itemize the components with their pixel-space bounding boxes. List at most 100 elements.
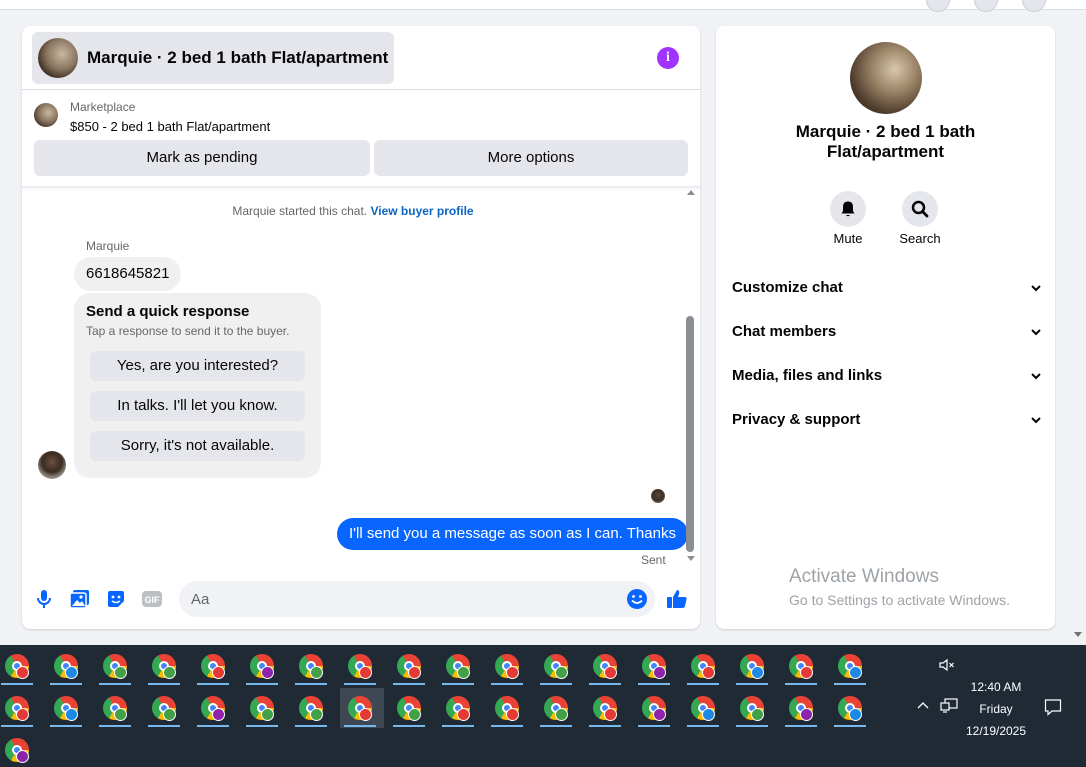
message-list: Marquie started this chat. View buyer pr… <box>22 190 700 572</box>
running-indicator <box>1 683 33 685</box>
section-label: Media, files and links <box>732 367 883 384</box>
listing-avatar-large <box>850 42 922 114</box>
emoji-icon[interactable] <box>626 588 648 610</box>
profile-badge-icon <box>163 708 176 721</box>
chrome-taskbar-button[interactable] <box>438 646 482 686</box>
quick-response-button[interactable]: Sorry, it's not available. <box>90 431 305 461</box>
thumbs-up-icon[interactable] <box>666 588 688 610</box>
section-media-files-links[interactable]: Media, files and links <box>724 356 1047 396</box>
chrome-taskbar-button[interactable] <box>536 688 580 728</box>
section-chat-members[interactable]: Chat members <box>724 312 1047 352</box>
chevron-down-icon <box>1031 417 1041 424</box>
running-indicator <box>197 683 229 685</box>
quick-response-button[interactable]: Yes, are you interested? <box>90 351 305 381</box>
profile-badge-icon <box>16 708 29 721</box>
chrome-taskbar-button[interactable] <box>781 688 825 728</box>
sender-avatar[interactable] <box>38 451 66 479</box>
chrome-taskbar-button[interactable] <box>242 688 286 728</box>
scroll-up-arrow[interactable] <box>687 190 695 195</box>
chrome-taskbar-button[interactable] <box>389 688 433 728</box>
message-input[interactable] <box>179 581 655 617</box>
chrome-taskbar-button[interactable] <box>732 688 776 728</box>
notification-icon[interactable] <box>1044 698 1062 716</box>
more-options-button[interactable]: More options <box>374 140 688 176</box>
chrome-taskbar-button[interactable] <box>242 646 286 686</box>
running-indicator <box>834 725 866 727</box>
listing-thumbnail[interactable] <box>34 103 58 127</box>
chrome-taskbar-button[interactable] <box>781 646 825 686</box>
microphone-icon[interactable] <box>33 588 55 610</box>
quick-response-button[interactable]: In talks. I'll let you know. <box>90 391 305 421</box>
running-indicator <box>246 683 278 685</box>
chrome-taskbar-button[interactable] <box>830 688 874 728</box>
chat-title-button[interactable]: Marquie · 2 bed 1 bath Flat/apartment <box>32 32 395 84</box>
profile-badge-icon <box>506 708 519 721</box>
top-avatar-icon[interactable] <box>974 0 998 12</box>
chrome-taskbar-button[interactable] <box>193 688 237 728</box>
mark-as-pending-button[interactable]: Mark as pending <box>34 140 370 176</box>
sticker-icon[interactable] <box>105 588 127 610</box>
chrome-taskbar-button[interactable] <box>585 646 629 686</box>
chrome-taskbar-button[interactable] <box>0 646 41 686</box>
chrome-taskbar-button[interactable] <box>95 688 139 728</box>
listing-price-title[interactable]: $850 - 2 bed 1 bath Flat/apartment <box>70 119 270 134</box>
listing-avatar <box>38 38 78 78</box>
chrome-taskbar-button[interactable] <box>683 646 727 686</box>
page-scroll-down-arrow[interactable] <box>1074 632 1082 637</box>
chrome-taskbar-button[interactable] <box>438 688 482 728</box>
photo-icon[interactable] <box>69 588 91 610</box>
chrome-taskbar-button[interactable] <box>46 646 90 686</box>
chrome-taskbar-button[interactable] <box>193 646 237 686</box>
running-indicator <box>393 683 425 685</box>
chrome-taskbar-button[interactable] <box>144 688 188 728</box>
chrome-taskbar-button[interactable] <box>95 646 139 686</box>
profile-badge-icon <box>751 666 764 679</box>
section-customize-chat[interactable]: Customize chat <box>724 268 1047 308</box>
chevron-down-icon <box>1031 329 1041 336</box>
profile-badge-icon <box>359 708 372 721</box>
top-avatar-icon[interactable] <box>926 0 950 12</box>
running-indicator <box>785 725 817 727</box>
mute-button[interactable] <box>830 191 866 227</box>
info-icon[interactable]: i <box>657 47 679 69</box>
search-label: Search <box>899 231 941 246</box>
chrome-taskbar-button[interactable] <box>634 688 678 728</box>
system-clock[interactable]: 12:40 AM Friday 12/19/2025 <box>952 676 1040 742</box>
profile-badge-icon <box>653 708 666 721</box>
chrome-taskbar-button[interactable] <box>487 646 531 686</box>
chrome-taskbar-button[interactable] <box>340 646 384 686</box>
profile-badge-icon <box>261 708 274 721</box>
chrome-taskbar-button[interactable] <box>634 646 678 686</box>
chrome-taskbar-button[interactable] <box>340 688 384 728</box>
scroll-down-arrow[interactable] <box>687 556 695 561</box>
chrome-taskbar-button[interactable] <box>0 688 41 728</box>
running-indicator <box>638 683 670 685</box>
volume-muted-icon[interactable] <box>939 657 955 673</box>
chrome-taskbar-button[interactable] <box>683 688 727 728</box>
view-buyer-profile-link[interactable]: View buyer profile <box>370 204 473 218</box>
chrome-taskbar-button[interactable] <box>291 646 335 686</box>
chevron-up-icon[interactable] <box>916 699 930 713</box>
chrome-taskbar-button[interactable] <box>732 646 776 686</box>
search-button[interactable] <box>902 191 938 227</box>
clock-day: Friday <box>979 702 1013 716</box>
section-privacy-support[interactable]: Privacy & support <box>724 400 1047 440</box>
clock-date: 12/19/2025 <box>965 724 1027 738</box>
running-indicator <box>50 725 82 727</box>
chrome-taskbar-button[interactable] <box>536 646 580 686</box>
message-scrollbar[interactable] <box>686 316 694 552</box>
chrome-taskbar-button[interactable] <box>389 646 433 686</box>
chrome-taskbar-button[interactable] <box>830 646 874 686</box>
top-avatar-icon[interactable] <box>1022 0 1046 12</box>
chrome-taskbar-button[interactable] <box>46 688 90 728</box>
running-indicator <box>491 725 523 727</box>
gif-icon[interactable]: GIF <box>141 588 163 610</box>
chrome-taskbar-button[interactable] <box>487 688 531 728</box>
listing-source: Marketplace <box>70 100 136 114</box>
chrome-taskbar-button[interactable] <box>144 646 188 686</box>
chrome-taskbar-button[interactable] <box>0 730 41 767</box>
profile-badge-icon <box>114 708 127 721</box>
chrome-taskbar-button[interactable] <box>291 688 335 728</box>
section-label: Customize chat <box>732 279 843 296</box>
chrome-taskbar-button[interactable] <box>585 688 629 728</box>
